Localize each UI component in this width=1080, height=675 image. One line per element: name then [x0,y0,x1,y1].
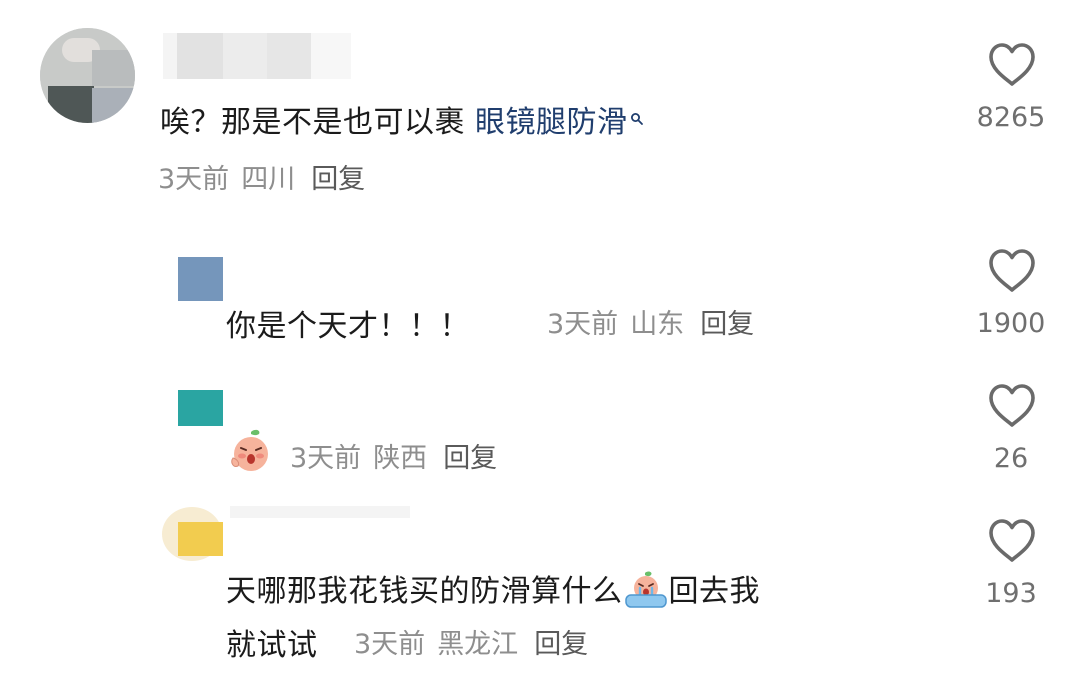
reply-avatar[interactable] [178,522,223,556]
comment-text-body: 唉？那是不是也可以裹 [160,105,476,140]
heart-outline-icon[interactable] [987,518,1037,564]
reply-text-part2: 回去我 [668,574,760,609]
reply-text: 天哪那我花钱买的防滑算什么 回去我 [226,566,760,612]
search-icon[interactable] [630,99,644,125]
reply-text-part1: 天哪那我花钱买的防滑算什么 [226,574,623,609]
comment-meta: 3天前 四川 回复 [158,157,365,196]
reply-button[interactable]: 回复 [311,164,365,195]
reply-location: 黑龙江 [437,629,519,660]
reply-avatar[interactable] [178,257,223,301]
heart-outline-icon[interactable] [987,42,1037,88]
reply-text-line2: 就试试 [226,628,318,663]
reply-name-redacted [230,506,410,518]
like-count: 1900 [976,308,1046,339]
like-count: 193 [985,578,1037,609]
reply-meta: 3天前 山东 回复 [547,302,754,341]
search-keyword-link[interactable]: 眼镜腿防滑 [475,105,628,140]
comment-location: 四川 [241,164,296,195]
reply-meta: 3天前 黑龙江 回复 [354,622,588,661]
commenter-avatar[interactable] [40,28,135,123]
comment-time: 3天前 [158,164,230,195]
reply-location: 陕西 [373,443,428,474]
like-count: 8265 [976,102,1046,133]
reply-avatar[interactable] [178,390,223,426]
reply-location: 山东 [630,309,685,340]
crying-peach-sticker [228,428,274,474]
reply-time: 3天前 [290,443,362,474]
reply-button[interactable]: 回复 [443,443,497,474]
crying-peach-bath-sticker [623,571,669,609]
reply-time: 3天前 [354,629,426,660]
heart-outline-icon[interactable] [987,383,1037,429]
reply-text: 你是个天才！！！ [226,309,470,344]
comment-text: 唉？那是不是也可以裹 眼镜腿防滑 [160,97,644,141]
reply-button[interactable]: 回复 [700,309,754,340]
reply-meta: 3天前 陕西 回复 [290,436,497,475]
reply-time: 3天前 [547,309,619,340]
like-count: 26 [993,443,1029,474]
heart-outline-icon[interactable] [987,248,1037,294]
reply-button[interactable]: 回复 [534,629,588,660]
